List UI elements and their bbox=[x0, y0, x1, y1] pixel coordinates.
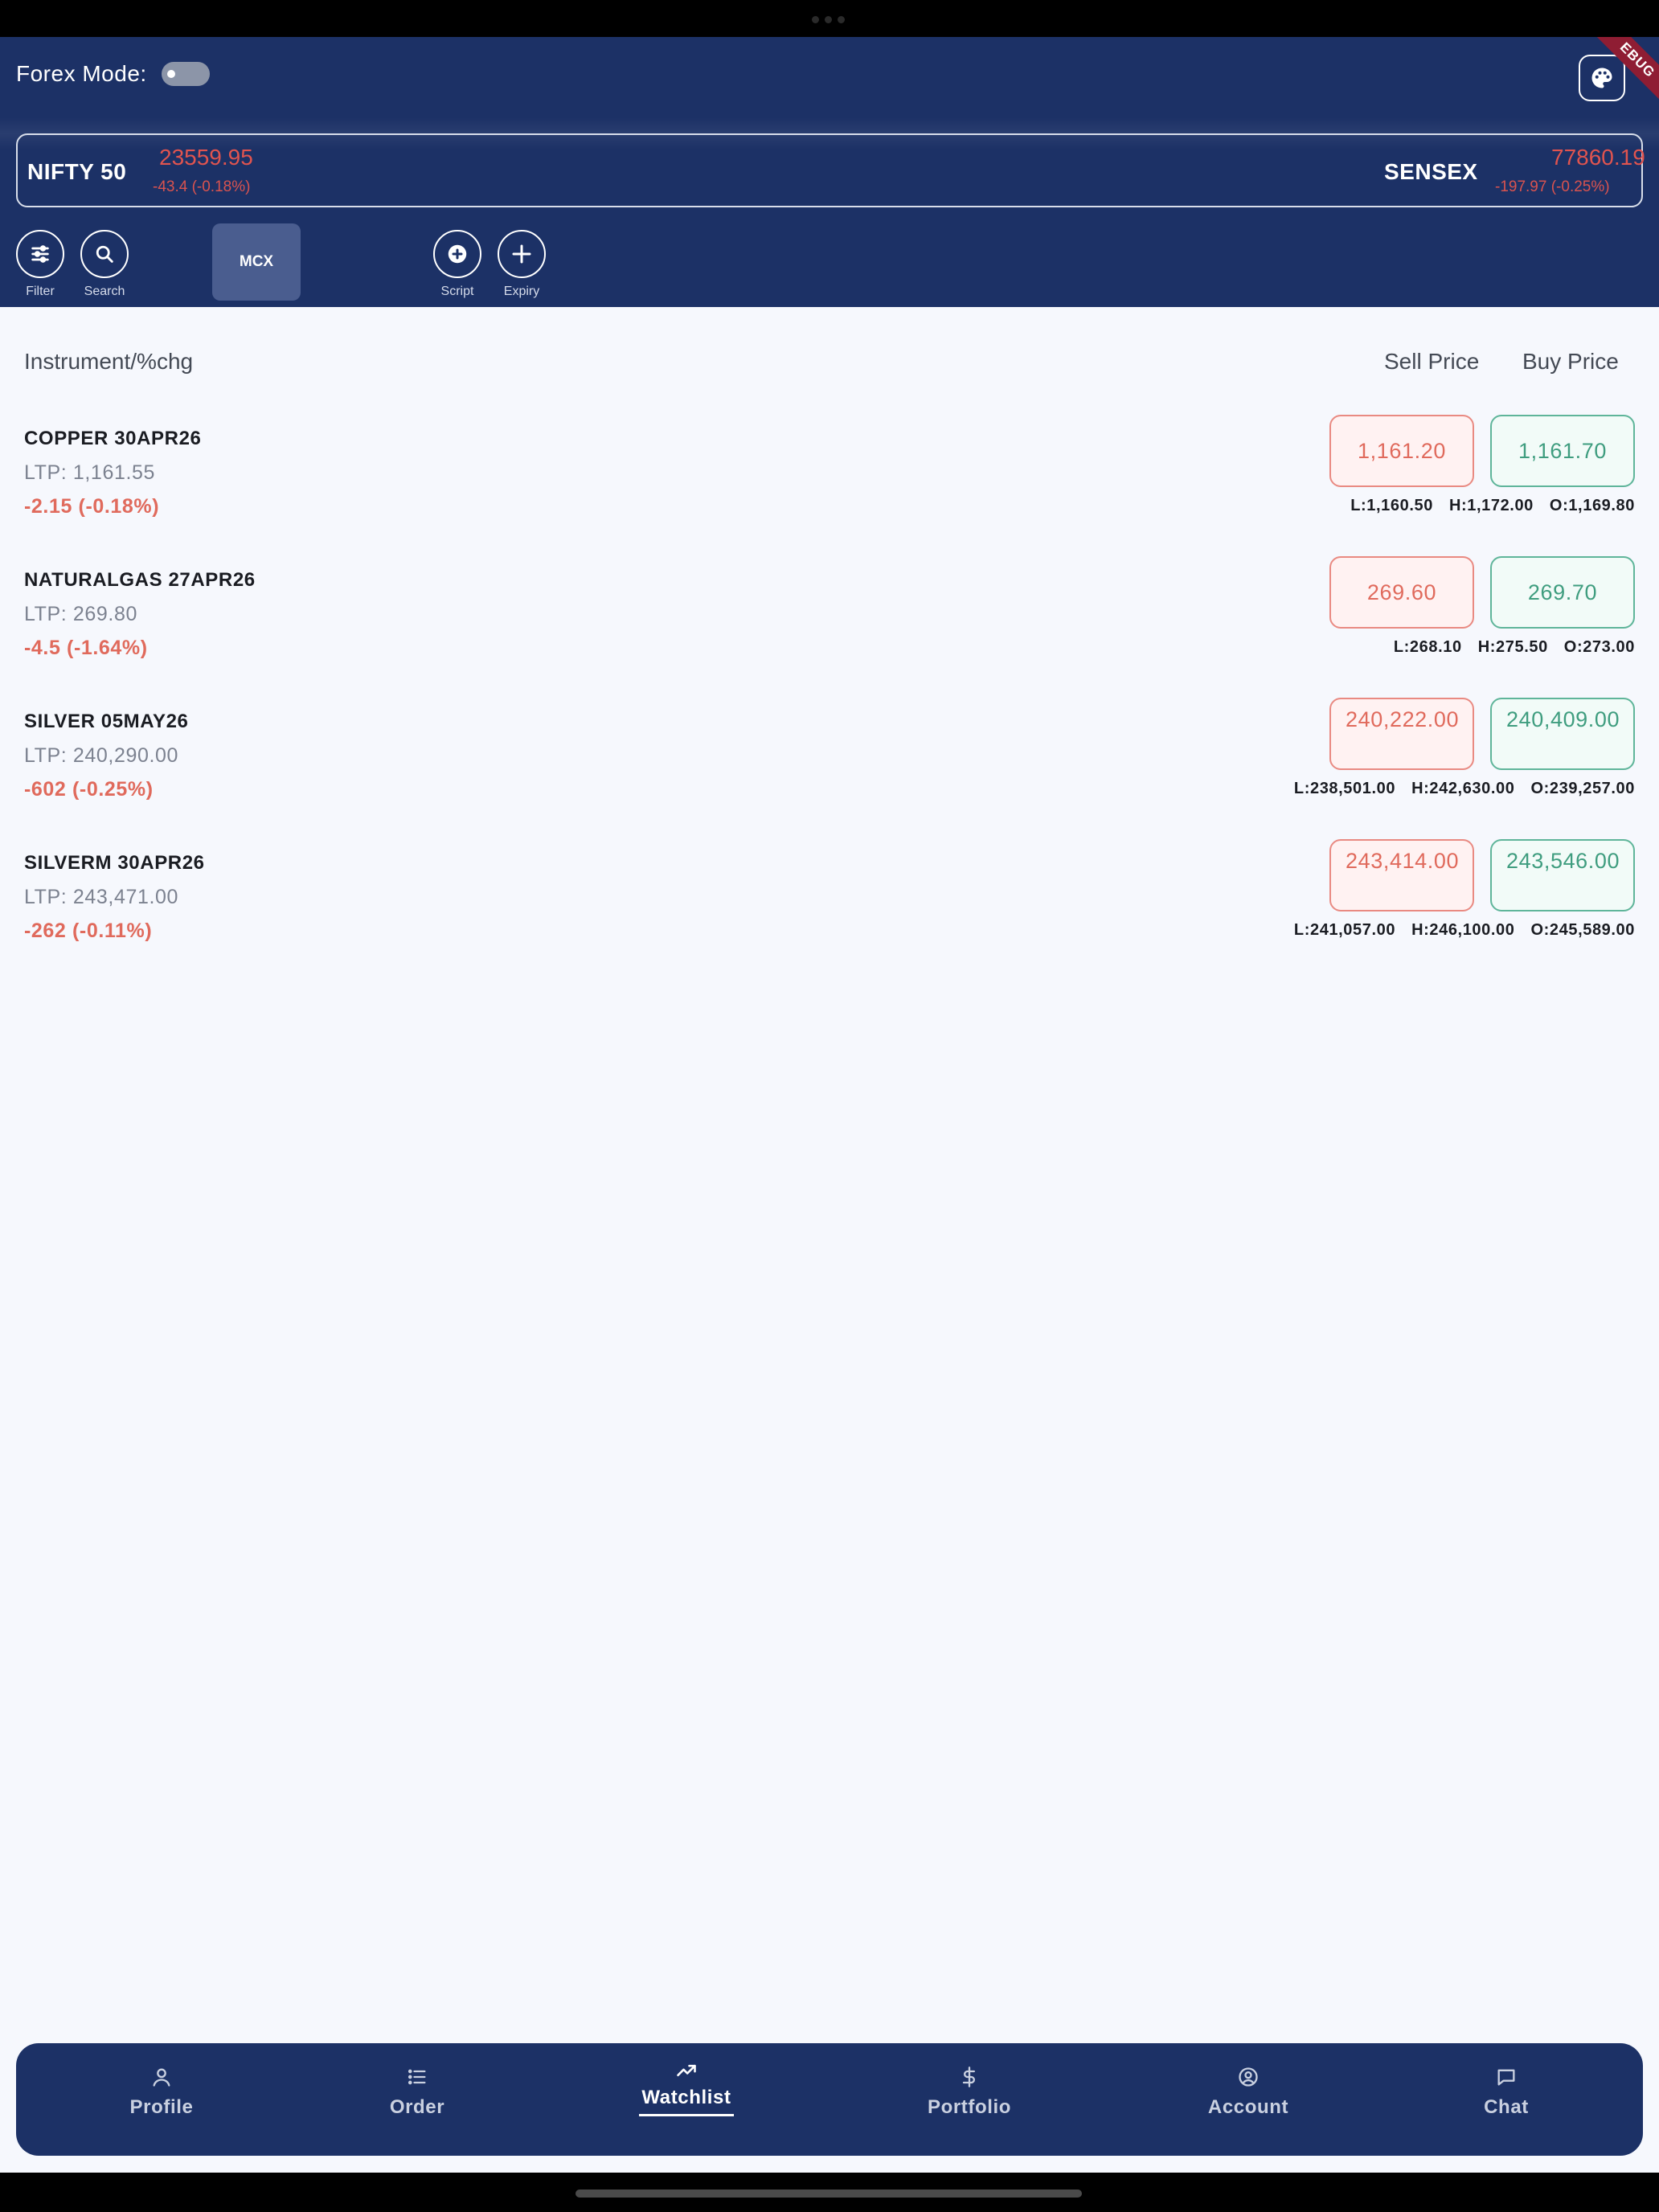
trending-up-icon bbox=[677, 2064, 696, 2077]
add-circle-icon bbox=[448, 244, 467, 264]
script-label: Script bbox=[440, 285, 474, 298]
chat-bubble-icon bbox=[1497, 2069, 1515, 2086]
active-tab-indicator bbox=[639, 2114, 734, 2116]
bottom-navigation: Profile Order Watchlist Portfolio Accoun… bbox=[16, 2043, 1643, 2156]
expiry-label: Expiry bbox=[503, 285, 540, 298]
forex-mode-label: Forex Mode: bbox=[16, 61, 147, 86]
index-price-sensex: 77860.19 bbox=[1551, 145, 1645, 170]
sell-price-button[interactable]: 269.60 bbox=[1329, 556, 1474, 629]
nav-profile[interactable]: Profile bbox=[89, 2066, 234, 2119]
filter-label: Filter bbox=[26, 285, 55, 298]
low-value: L:268.10 bbox=[1393, 638, 1462, 656]
add-script-button[interactable]: Script bbox=[425, 230, 490, 299]
instrument-name: SILVER 05MAY26 bbox=[24, 711, 189, 732]
column-header-sell: Sell Price bbox=[1384, 349, 1480, 374]
buy-price-button[interactable]: 269.70 bbox=[1490, 556, 1635, 629]
open-value: O:273.00 bbox=[1563, 638, 1635, 656]
instrument-ltp: LTP: 243,471.00 bbox=[24, 886, 179, 908]
index-change-nifty: -43.4 (-0.18%) bbox=[153, 178, 251, 195]
filter-button[interactable]: Filter bbox=[8, 230, 72, 299]
high-value: H:246,100.00 bbox=[1411, 921, 1515, 939]
app-screen: Forex Mode: EBUG NIFTY 50 23559.95 -43.4… bbox=[0, 37, 1659, 2173]
buy-price-button[interactable]: 1,161.70 bbox=[1490, 415, 1635, 487]
status-bar bbox=[0, 0, 1659, 37]
nav-account[interactable]: Account bbox=[1176, 2066, 1321, 2119]
index-ticker-bar[interactable]: NIFTY 50 23559.95 -43.4 (-0.18%) SENSEX … bbox=[16, 133, 1645, 207]
open-value: O:1,169.80 bbox=[1549, 497, 1635, 514]
add-expiry-button[interactable]: Expiry bbox=[490, 230, 554, 299]
sliders-icon bbox=[31, 245, 49, 263]
index-price-nifty: 23559.95 bbox=[159, 145, 253, 170]
high-value: H:242,630.00 bbox=[1411, 780, 1515, 797]
header: Forex Mode: EBUG NIFTY 50 23559.95 -43.4… bbox=[0, 37, 1659, 307]
sell-price-button[interactable]: 1,161.20 bbox=[1329, 415, 1474, 487]
nav-chat-label: Chat bbox=[1484, 2096, 1529, 2118]
dollar-icon bbox=[962, 2067, 975, 2087]
instrument-name: SILVERM 30APR26 bbox=[24, 852, 205, 874]
nav-chat[interactable]: Chat bbox=[1434, 2066, 1579, 2119]
open-value: O:239,257.00 bbox=[1530, 780, 1635, 797]
nav-watchlist[interactable]: Watchlist bbox=[614, 2059, 759, 2116]
theme-palette-button[interactable] bbox=[1579, 55, 1625, 101]
low-high-open: L:238,501.00 H:242,630.00 O:239,257.00 bbox=[1294, 780, 1635, 798]
search-icon bbox=[96, 245, 113, 263]
nav-portfolio-label: Portfolio bbox=[927, 2096, 1012, 2118]
instrument-change: -262 (-0.11%) bbox=[24, 920, 153, 942]
home-indicator bbox=[576, 2189, 1082, 2198]
plus-icon bbox=[512, 244, 531, 264]
nav-order-label: Order bbox=[389, 2096, 445, 2118]
exchange-mcx-tab[interactable]: MCX bbox=[212, 223, 301, 301]
forex-mode-toggle[interactable] bbox=[161, 62, 210, 86]
high-value: H:275.50 bbox=[1477, 638, 1548, 656]
search-label: Search bbox=[84, 285, 125, 298]
search-button[interactable]: Search bbox=[72, 230, 137, 299]
low-high-open: L:241,057.00 H:246,100.00 O:245,589.00 bbox=[1294, 921, 1635, 940]
buy-price-button[interactable]: 243,546.00 bbox=[1490, 839, 1635, 911]
nav-profile-label: Profile bbox=[129, 2096, 194, 2118]
instrument-change: -2.15 (-0.18%) bbox=[24, 495, 160, 518]
instrument-name: NATURALGAS 27APR26 bbox=[24, 569, 256, 591]
instrument-ltp: LTP: 1,161.55 bbox=[24, 461, 156, 484]
buy-price-button[interactable]: 240,409.00 bbox=[1490, 698, 1635, 770]
list-icon bbox=[408, 2069, 426, 2085]
low-value: L:238,501.00 bbox=[1293, 780, 1396, 797]
index-name-nifty: NIFTY 50 bbox=[27, 159, 127, 184]
index-name-sensex: SENSEX bbox=[1384, 159, 1478, 184]
nav-watchlist-label: Watchlist bbox=[641, 2087, 731, 2108]
watchlist-row[interactable]: COPPER 30APR26 LTP: 1,161.55 -2.15 (-0.1… bbox=[0, 415, 1659, 569]
low-value: L:241,057.00 bbox=[1293, 921, 1396, 939]
low-high-open: L:268.10 H:275.50 O:273.00 bbox=[1394, 638, 1635, 657]
nav-account-label: Account bbox=[1207, 2096, 1289, 2118]
high-value: H:1,172.00 bbox=[1448, 497, 1534, 514]
index-change-sensex: -197.97 (-0.25%) bbox=[1495, 178, 1610, 195]
instrument-change: -602 (-0.25%) bbox=[24, 778, 154, 801]
user-icon bbox=[153, 2068, 170, 2087]
sell-price-button[interactable]: 240,222.00 bbox=[1329, 698, 1474, 770]
account-circle-icon bbox=[1239, 2067, 1258, 2087]
forex-mode-row: Forex Mode: bbox=[16, 61, 210, 87]
open-value: O:245,589.00 bbox=[1530, 921, 1635, 939]
palette-icon bbox=[1591, 68, 1612, 88]
column-header-instrument: Instrument/%chg bbox=[24, 349, 194, 374]
watchlist-row[interactable]: SILVER 05MAY26 LTP: 240,290.00 -602 (-0.… bbox=[0, 698, 1659, 852]
low-value: L:1,160.50 bbox=[1350, 497, 1433, 514]
instrument-name: COPPER 30APR26 bbox=[24, 428, 202, 449]
sell-price-button[interactable]: 243,414.00 bbox=[1329, 839, 1474, 911]
column-header-buy: Buy Price bbox=[1522, 349, 1619, 374]
instrument-ltp: LTP: 240,290.00 bbox=[24, 744, 179, 767]
nav-order[interactable]: Order bbox=[345, 2066, 490, 2119]
nav-portfolio[interactable]: Portfolio bbox=[897, 2066, 1042, 2119]
instrument-ltp: LTP: 269.80 bbox=[24, 603, 137, 625]
instrument-change: -4.5 (-1.64%) bbox=[24, 637, 148, 659]
watchlist-row[interactable]: SILVERM 30APR26 LTP: 243,471.00 -262 (-0… bbox=[0, 839, 1659, 993]
low-high-open: L:1,160.50 H:1,172.00 O:1,169.80 bbox=[1350, 497, 1635, 515]
camera-indicator bbox=[812, 16, 845, 23]
watchlist-row[interactable]: NATURALGAS 27APR26 LTP: 269.80 -4.5 (-1.… bbox=[0, 556, 1659, 711]
